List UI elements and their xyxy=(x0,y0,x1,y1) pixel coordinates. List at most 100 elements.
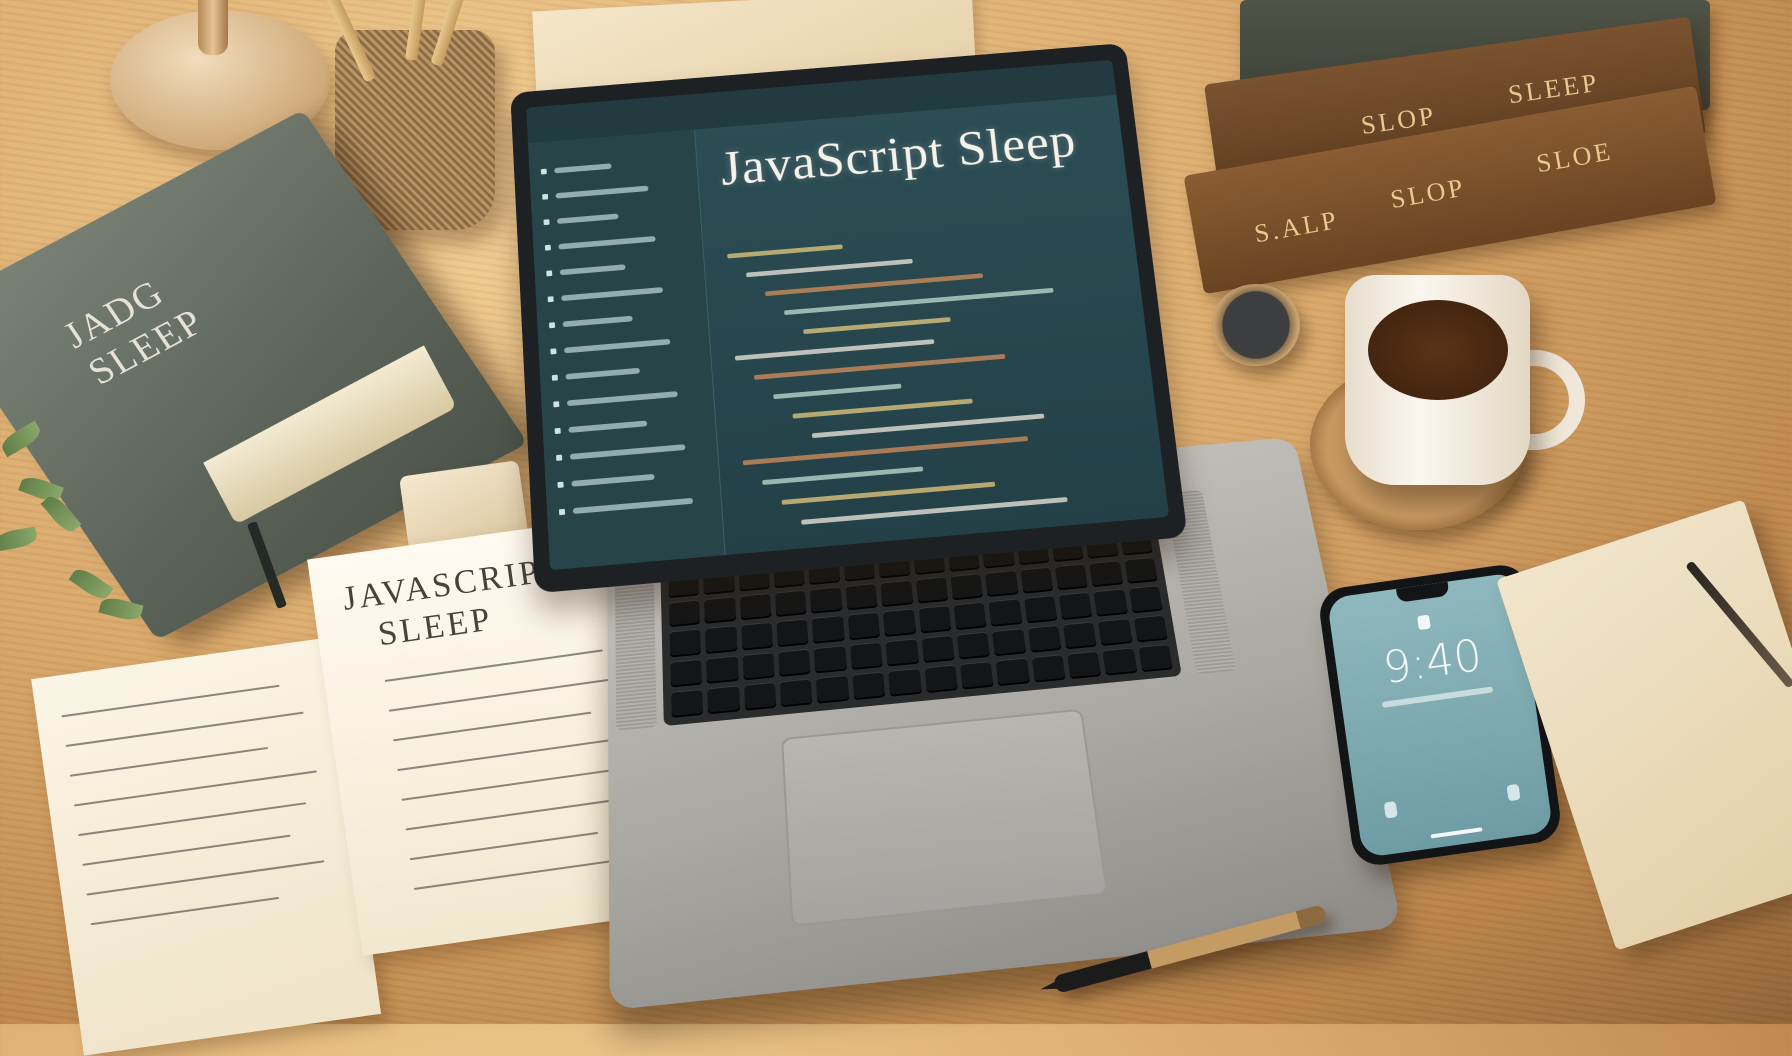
keyboard-key[interactable] xyxy=(705,625,738,654)
file-tree-item[interactable] xyxy=(555,185,649,199)
keyboard-key[interactable] xyxy=(924,664,958,694)
book-spine-title: SLOE xyxy=(1534,136,1616,179)
keyboard-key[interactable] xyxy=(1023,595,1058,624)
keyboard-key[interactable] xyxy=(985,570,1019,598)
file-tree-item[interactable] xyxy=(561,287,664,302)
keyboard-key[interactable] xyxy=(956,631,991,660)
file-icon xyxy=(553,401,560,408)
handwriting-line xyxy=(401,768,615,801)
keyboard-key[interactable] xyxy=(1089,560,1124,588)
handwriting-line xyxy=(409,831,599,861)
handwriting-line xyxy=(61,684,280,718)
phone-time: 9:40 xyxy=(1380,629,1486,695)
keyboard-key[interactable] xyxy=(988,598,1023,627)
keyboard-key[interactable] xyxy=(707,685,740,715)
camera-icon[interactable] xyxy=(1506,783,1521,802)
keyboard-key[interactable] xyxy=(1098,617,1133,646)
flashlight-icon[interactable] xyxy=(1383,801,1398,819)
keyboard-key[interactable] xyxy=(739,593,772,621)
keyboard-key[interactable] xyxy=(812,615,845,644)
keyboard-key[interactable] xyxy=(1093,588,1128,617)
code-line xyxy=(803,317,951,335)
keyboard-key[interactable] xyxy=(774,590,807,618)
trackpad[interactable] xyxy=(781,708,1109,927)
keyboard-key[interactable] xyxy=(921,634,955,663)
keyboard-key[interactable] xyxy=(885,638,919,667)
small-clock xyxy=(1212,284,1300,366)
keyboard-key[interactable] xyxy=(671,688,704,718)
keyboard-key[interactable] xyxy=(741,622,774,651)
keyboard-key[interactable] xyxy=(918,605,952,634)
file-tree-item[interactable] xyxy=(566,391,678,407)
file-tree-item[interactable] xyxy=(565,367,640,380)
keyboard-key[interactable] xyxy=(1031,654,1066,683)
file-tree-item[interactable] xyxy=(564,338,671,354)
keyboard-key[interactable] xyxy=(882,608,916,637)
keyboard-key[interactable] xyxy=(1058,592,1093,620)
file-icon xyxy=(554,427,561,435)
file-tree-item[interactable] xyxy=(562,315,633,328)
keyboard-key[interactable] xyxy=(743,681,777,711)
keyboard-key[interactable] xyxy=(1123,557,1158,585)
keyboard-key[interactable] xyxy=(670,658,703,688)
file-tree-item[interactable] xyxy=(554,163,612,174)
keyboard-key[interactable] xyxy=(847,612,881,641)
handwriting-line xyxy=(413,855,642,890)
keyboard-key[interactable] xyxy=(1062,621,1097,650)
code-line xyxy=(764,273,984,297)
keyboard-key[interactable] xyxy=(849,641,883,670)
file-tree-item[interactable] xyxy=(571,473,655,487)
book-spine-title: SLOP xyxy=(1388,172,1468,215)
handwriting-line xyxy=(393,711,592,742)
keyboard-key[interactable] xyxy=(1133,614,1168,643)
phone-notch xyxy=(1396,581,1450,603)
file-tree-item[interactable] xyxy=(568,420,648,433)
keyboard-key[interactable] xyxy=(915,576,949,605)
file-tree-item[interactable] xyxy=(572,497,694,514)
handwriting-line xyxy=(384,649,603,683)
file-icon xyxy=(543,219,550,226)
keyboard-key[interactable] xyxy=(1102,647,1138,676)
coffee xyxy=(1368,300,1508,400)
book-spine-title: S.ALP xyxy=(1252,205,1341,249)
keyboard-key[interactable] xyxy=(992,627,1026,657)
closed-book-title: JADG SLEEP xyxy=(55,263,212,394)
file-tree-item[interactable] xyxy=(556,213,619,225)
keyboard-key[interactable] xyxy=(888,667,922,697)
keyboard-key[interactable] xyxy=(1137,643,1173,673)
keyboard-key[interactable] xyxy=(880,580,913,608)
keyboard-key[interactable] xyxy=(706,655,739,684)
keyboard-key[interactable] xyxy=(779,678,813,708)
code-line xyxy=(746,258,913,278)
keyboard-key[interactable] xyxy=(845,583,878,611)
keyboard-key[interactable] xyxy=(669,629,702,658)
keyboard-key[interactable] xyxy=(778,648,811,677)
keyboard-key[interactable] xyxy=(742,651,775,681)
handwriting-line xyxy=(388,676,627,712)
keyboard-key[interactable] xyxy=(668,599,701,628)
code-line xyxy=(753,353,1006,380)
file-icon xyxy=(540,168,547,175)
keyboard-key[interactable] xyxy=(953,602,987,630)
keyboard-key[interactable] xyxy=(1128,585,1163,614)
keyboard-key[interactable] xyxy=(810,586,843,615)
keyboard-key[interactable] xyxy=(816,674,850,704)
keyboard-key[interactable] xyxy=(814,644,847,674)
keyboard-key[interactable] xyxy=(950,573,984,601)
file-tree-item[interactable] xyxy=(559,264,626,276)
keyboard-key[interactable] xyxy=(776,618,809,647)
file-tree-item[interactable] xyxy=(569,444,686,460)
keyboard-key[interactable] xyxy=(995,657,1030,687)
keyboard-key[interactable] xyxy=(852,671,886,701)
code-line xyxy=(762,466,924,486)
keyboard-key[interactable] xyxy=(1066,650,1102,680)
file-icon xyxy=(544,244,551,251)
keyboard-key[interactable] xyxy=(1027,624,1062,653)
keyboard-key[interactable] xyxy=(959,661,994,690)
code-line xyxy=(734,339,935,361)
file-tree-item[interactable] xyxy=(558,236,656,250)
file-icon xyxy=(542,193,549,200)
keyboard-key[interactable] xyxy=(1019,567,1054,595)
keyboard-key[interactable] xyxy=(704,596,736,625)
keyboard-key[interactable] xyxy=(1054,563,1089,591)
